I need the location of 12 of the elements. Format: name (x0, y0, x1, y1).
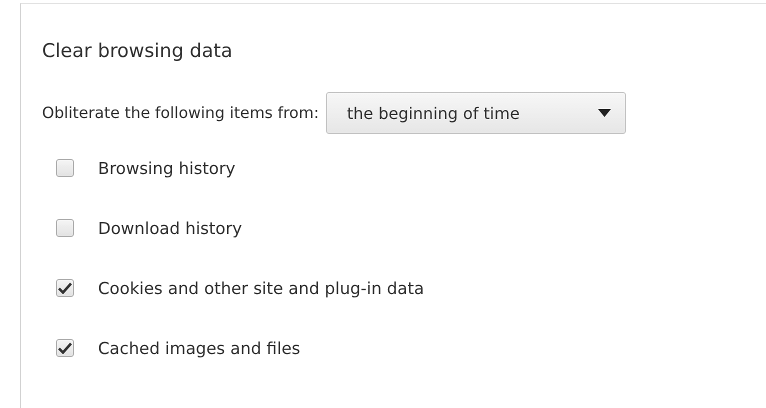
period-dropdown[interactable]: the beginning of time (326, 92, 626, 134)
caret-icon (598, 109, 611, 117)
checkbox[interactable] (56, 339, 74, 357)
checkbox-label: Cookies and other site and plug-in data (98, 278, 424, 298)
checkbox-label: Browsing history (98, 158, 236, 178)
checkbox[interactable] (56, 159, 74, 177)
checkbox[interactable] (56, 219, 74, 237)
period-label: Obliterate the following items from: (42, 104, 319, 122)
checkbox-label: Download history (98, 218, 242, 238)
dialog-title: Clear browsing data (42, 40, 234, 62)
checkbox[interactable] (56, 279, 74, 297)
checkbox-label: Cached images and files (98, 338, 300, 358)
